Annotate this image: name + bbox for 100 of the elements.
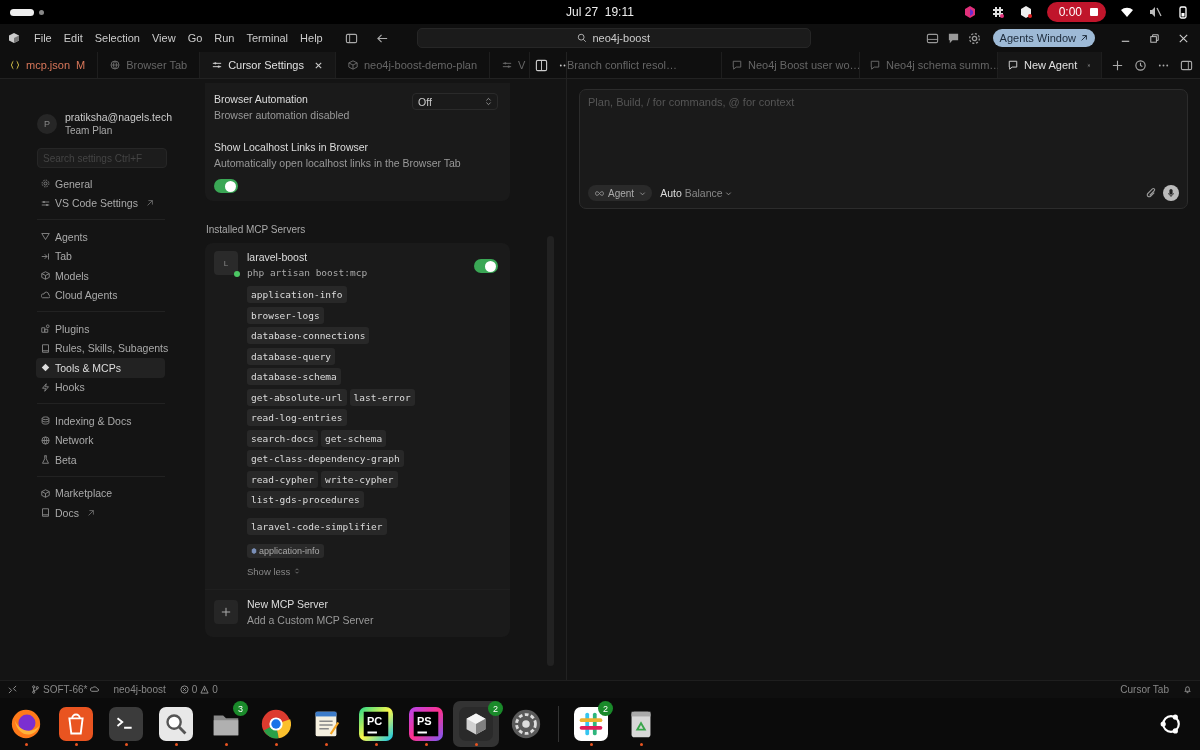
prompt-chip: laravel-code-simplifier bbox=[247, 517, 387, 535]
split-editor-icon[interactable] bbox=[535, 58, 549, 72]
sidebar-item[interactable]: VS Code Settings bbox=[36, 193, 165, 213]
layout-icon[interactable] bbox=[925, 31, 939, 45]
project-name[interactable]: neo4j-boost bbox=[113, 684, 166, 695]
toggle-switch[interactable] bbox=[474, 259, 498, 273]
cube-icon bbox=[41, 271, 50, 281]
sidebar-item[interactable]: Docs bbox=[36, 503, 165, 523]
battery-icon[interactable] bbox=[1176, 5, 1190, 19]
app-logo-icon[interactable] bbox=[962, 5, 977, 19]
cube-icon[interactable] bbox=[8, 32, 20, 44]
sidebar-item[interactable]: Indexing & Docs bbox=[36, 411, 165, 431]
app-initials: PC bbox=[367, 715, 383, 727]
editor-tab[interactable]: mcp.json M bbox=[0, 52, 99, 78]
tab-label: Browser Tab bbox=[126, 59, 188, 71]
wifi-icon[interactable] bbox=[1120, 5, 1134, 19]
book-icon bbox=[41, 343, 50, 353]
sidebar-item[interactable]: Tools & MCPs bbox=[36, 358, 165, 378]
add-button[interactable] bbox=[214, 599, 238, 624]
paperclip-icon[interactable] bbox=[1146, 186, 1157, 200]
cube-icon[interactable] bbox=[1018, 5, 1033, 19]
remote-icon[interactable] bbox=[8, 685, 17, 694]
bolt-icon bbox=[41, 382, 50, 392]
setting-description: Automatically open localhost links in the Browser Tab bbox=[214, 157, 462, 169]
menu-item[interactable]: View bbox=[151, 32, 176, 44]
menu-item[interactable]: Run bbox=[214, 32, 235, 44]
stop-icon bbox=[1090, 8, 1098, 16]
sidebar-item[interactable]: Beta bbox=[36, 450, 165, 470]
notification-badge: 3 bbox=[233, 701, 248, 716]
sidebar-toggle-icon[interactable] bbox=[344, 31, 358, 45]
tab-key-icon bbox=[41, 251, 50, 261]
chat-icon[interactable] bbox=[946, 31, 960, 45]
status-item[interactable]: Cursor Tab bbox=[1120, 684, 1169, 695]
chevron-icon bbox=[639, 189, 647, 197]
mode-dropdown[interactable]: Agent bbox=[588, 185, 653, 201]
dropdown[interactable]: Off bbox=[412, 93, 498, 110]
settings-icon[interactable] bbox=[967, 31, 981, 45]
menu-item[interactable]: Terminal bbox=[246, 32, 289, 44]
sidebar-item[interactable]: Hooks bbox=[36, 377, 165, 397]
branch-indicator[interactable]: SOFT-66* bbox=[31, 684, 100, 695]
sidebar-item[interactable]: Cloud Agents bbox=[36, 285, 165, 305]
agents-window-button[interactable]: Agents Window bbox=[992, 29, 1095, 47]
clock[interactable]: Jul 27 19:11 bbox=[540, 5, 660, 19]
chrome-ring-icon bbox=[259, 707, 293, 741]
activities-indicator[interactable] bbox=[10, 8, 34, 16]
sidebar-item[interactable]: Network bbox=[36, 430, 165, 450]
tool-chip: application-info bbox=[247, 286, 347, 303]
muted-speaker-icon[interactable] bbox=[1148, 5, 1162, 19]
branch-icon bbox=[31, 685, 40, 694]
agent-tab[interactable]: New Agent bbox=[998, 52, 1102, 78]
server-command: php artisan boost:mcp bbox=[247, 267, 368, 278]
workspace-dot[interactable] bbox=[39, 9, 44, 15]
sidebar-item[interactable]: General bbox=[36, 174, 165, 194]
menu-item[interactable]: Help bbox=[300, 32, 323, 44]
infinity-icon bbox=[594, 189, 605, 197]
notification-badge: 2 bbox=[488, 701, 503, 716]
chevron-icon bbox=[485, 97, 492, 106]
recording-button[interactable]: 0:00 bbox=[1046, 2, 1106, 22]
panel-icon[interactable] bbox=[1180, 58, 1193, 72]
search-field[interactable]: neo4j-boost bbox=[416, 28, 811, 48]
bell-icon[interactable] bbox=[1183, 685, 1192, 694]
notification-badge: 2 bbox=[598, 701, 613, 716]
tab-label: Branch conflict resol… bbox=[567, 59, 678, 71]
problems-indicator[interactable]: 0 0 bbox=[179, 684, 218, 695]
sidebar-item[interactable]: Models bbox=[36, 266, 165, 286]
new-server-subtitle: Add a Custom MCP Server bbox=[247, 613, 374, 626]
hexagon-icon bbox=[251, 547, 257, 555]
menu-item[interactable]: Edit bbox=[63, 32, 83, 44]
sidebar-item[interactable]: Tab bbox=[36, 246, 165, 266]
menu-item[interactable]: File bbox=[34, 32, 52, 44]
dock-item[interactable]: PC bbox=[358, 701, 394, 747]
toggle-switch[interactable] bbox=[214, 179, 238, 193]
sidebar-item[interactable]: Agents bbox=[36, 227, 165, 247]
history-icon[interactable] bbox=[1134, 58, 1147, 72]
show-less-button[interactable]: Show less bbox=[247, 565, 301, 577]
model-dropdown[interactable]: Auto Balance bbox=[658, 187, 734, 199]
tab-label: neo4j-boost-demo-plan bbox=[363, 59, 478, 71]
tool-chip: database-schema bbox=[247, 368, 341, 385]
account-email: pratiksha@nagels.tech bbox=[65, 111, 172, 123]
menu-item[interactable]: Selection bbox=[94, 32, 140, 44]
close-icon[interactable] bbox=[313, 60, 323, 70]
sidebar-item[interactable]: Marketplace bbox=[36, 483, 165, 503]
hash-logo-icon bbox=[574, 707, 608, 741]
sidebar-item[interactable]: Plugins bbox=[36, 319, 165, 339]
shopping-bag-icon bbox=[59, 707, 93, 741]
chevron-icon bbox=[294, 567, 301, 575]
editor-tab[interactable]: Cursor Settings bbox=[200, 52, 336, 78]
tool-chip: get-class-dependency-graph bbox=[247, 450, 404, 467]
globe-icon bbox=[41, 435, 50, 445]
hash-logo-icon[interactable] bbox=[990, 5, 1005, 19]
app-initials: PS bbox=[417, 715, 432, 727]
plus-icon[interactable] bbox=[1111, 58, 1124, 72]
new-server-title[interactable]: New MCP Server bbox=[247, 597, 374, 610]
restore-icon[interactable] bbox=[1148, 31, 1161, 45]
dock-item[interactable]: PS bbox=[408, 701, 444, 747]
flask-icon bbox=[41, 455, 50, 465]
server-name: laravel-boost bbox=[247, 251, 309, 263]
tab-label: Neo4j schema summ… bbox=[886, 59, 1001, 71]
menu-item[interactable]: Go bbox=[187, 32, 203, 44]
microphone-button[interactable] bbox=[1163, 185, 1179, 201]
